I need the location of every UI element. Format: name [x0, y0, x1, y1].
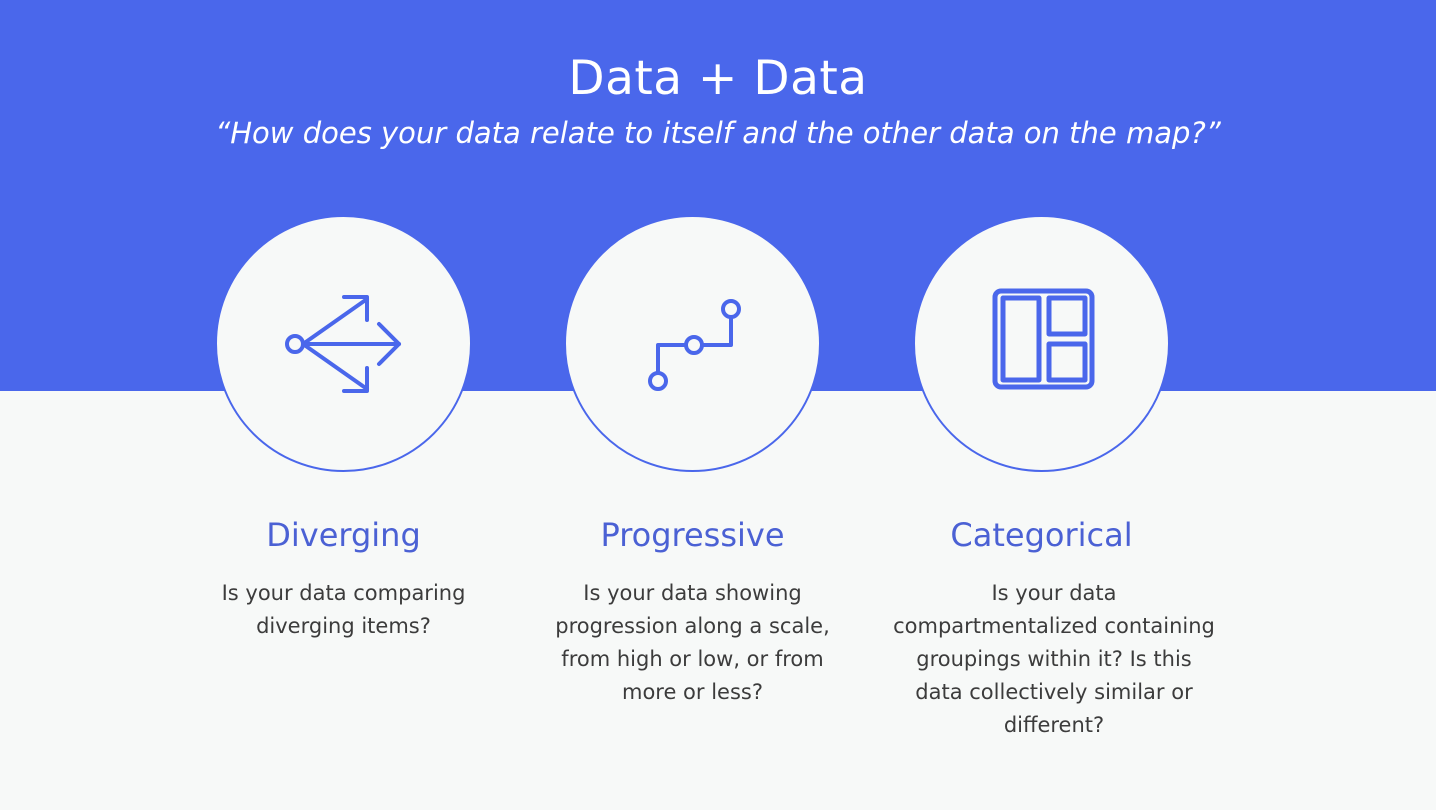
categorical-grid-icon — [992, 288, 1095, 390]
card-description-diverging: Is your data comparing diverging items? — [221, 581, 466, 638]
card-description-categorical: Is your data compartmentalized containin… — [893, 581, 1215, 737]
progression-path-icon — [648, 299, 741, 391]
card-title-diverging: Diverging — [266, 516, 421, 554]
card-title-progressive: Progressive — [600, 516, 785, 554]
categorical-icon-circle — [913, 215, 1170, 472]
progressive-icon-circle — [564, 215, 821, 472]
page-subtitle: “How does your data relate to itself and… — [215, 116, 1221, 150]
card-title-categorical: Categorical — [950, 516, 1133, 554]
diverging-arrows-icon — [285, 295, 401, 393]
diverging-icon-circle — [215, 215, 472, 472]
card-description-progressive: Is your data showing progression along a… — [555, 581, 830, 704]
page-title: Data + Data — [568, 51, 868, 106]
